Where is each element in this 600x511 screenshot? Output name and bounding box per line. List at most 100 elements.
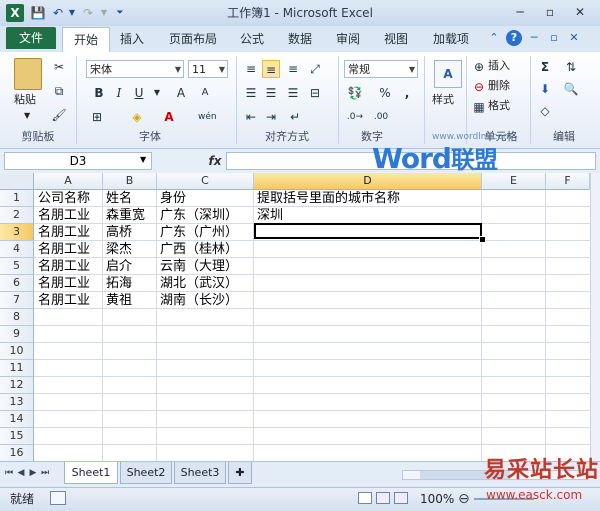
styles-icon[interactable]: A: [434, 60, 462, 88]
insert-cells-icon[interactable]: ⊕: [470, 58, 488, 76]
row-header-11[interactable]: 11: [0, 360, 34, 377]
restore-icon[interactable]: ▫: [538, 4, 562, 21]
font-size-combo[interactable]: 11 ▼: [188, 60, 228, 78]
ribbon-close-icon[interactable]: ✕: [566, 30, 582, 46]
tab-formulas[interactable]: 公式: [232, 27, 272, 51]
cell-b5[interactable]: 启介: [103, 258, 132, 275]
first-sheet-icon[interactable]: ⏮: [4, 466, 14, 480]
row-header-8[interactable]: 8: [0, 309, 34, 326]
name-box-dropdown-icon[interactable]: ▼: [140, 155, 146, 164]
styles-button[interactable]: 样式: [432, 92, 454, 108]
cell-d1[interactable]: 提取括号里面的城市名称: [254, 190, 400, 207]
cell-c1[interactable]: 身份: [157, 190, 186, 207]
paste-button[interactable]: 粘贴: [14, 92, 36, 108]
copy-icon[interactable]: ⧉: [50, 82, 68, 100]
tab-addins[interactable]: 加载项: [424, 27, 478, 51]
cell-b1[interactable]: 姓名: [103, 190, 132, 207]
cell-d2[interactable]: 深圳: [254, 207, 283, 224]
font-color-icon[interactable]: A: [160, 108, 178, 126]
format-cells-icon[interactable]: ▦: [470, 98, 488, 116]
format-cells-button[interactable]: 格式: [488, 98, 510, 114]
decrease-decimal-icon[interactable]: .00: [372, 108, 390, 126]
column-header-a[interactable]: A: [34, 173, 103, 190]
row-header-10[interactable]: 10: [0, 343, 34, 360]
underline-dropdown-icon[interactable]: ▼: [148, 84, 166, 102]
column-header-d[interactable]: D: [254, 173, 482, 190]
cell-a5[interactable]: 名朋工业: [35, 258, 90, 275]
text-orientation-icon[interactable]: ⤢: [306, 60, 324, 78]
wrap-text-icon[interactable]: ↵: [286, 108, 304, 126]
next-sheet-icon[interactable]: ▶: [28, 466, 38, 480]
cell-b4[interactable]: 梁杰: [103, 241, 132, 258]
cell-c6[interactable]: 湖北（武汉）: [157, 275, 238, 292]
prev-sheet-icon[interactable]: ◀: [16, 466, 26, 480]
fill-color-icon[interactable]: ◈: [128, 108, 146, 126]
insert-sheet-icon[interactable]: ✚: [228, 462, 252, 484]
cell-a6[interactable]: 名朋工业: [35, 275, 90, 292]
normal-view-icon[interactable]: [358, 492, 372, 504]
page-layout-view-icon[interactable]: [376, 492, 390, 504]
last-sheet-icon[interactable]: ⏭: [40, 466, 50, 480]
fill-icon[interactable]: ⬇: [536, 80, 554, 98]
select-all-button[interactable]: [0, 173, 34, 190]
phonetic-icon[interactable]: wén: [198, 108, 217, 126]
sheet-tab-sheet3[interactable]: Sheet3: [174, 462, 226, 484]
cell-a1[interactable]: 公司名称: [35, 190, 90, 207]
font-name-combo[interactable]: 宋体 ▼: [86, 60, 184, 78]
row-header-13[interactable]: 13: [0, 394, 34, 411]
minimize-ribbon-icon[interactable]: ⌃: [486, 30, 502, 46]
cell-b3[interactable]: 高桥: [103, 224, 132, 241]
tab-page-layout[interactable]: 页面布局: [160, 27, 226, 51]
autosum-icon[interactable]: Σ: [536, 58, 554, 76]
name-box[interactable]: D3: [4, 152, 152, 170]
row-header-6[interactable]: 6: [0, 275, 34, 292]
cell-c3[interactable]: 广东（广州）: [157, 224, 238, 241]
help-icon[interactable]: ?: [506, 30, 522, 46]
row-header-9[interactable]: 9: [0, 326, 34, 343]
row-header-15[interactable]: 15: [0, 428, 34, 445]
cell-c7[interactable]: 湖南（长沙）: [157, 292, 238, 309]
paste-dropdown-icon[interactable]: ▼: [24, 108, 30, 124]
insert-cells-button[interactable]: 插入: [488, 58, 510, 74]
sort-filter-icon[interactable]: ⇅: [562, 58, 580, 76]
underline-button[interactable]: U: [130, 84, 148, 102]
tab-review[interactable]: 审阅: [328, 27, 368, 51]
tab-view[interactable]: 视图: [376, 27, 416, 51]
increase-indent-icon[interactable]: ⇥: [262, 108, 280, 126]
paste-icon[interactable]: [14, 58, 42, 90]
row-header-16[interactable]: 16: [0, 445, 34, 462]
shrink-font-icon[interactable]: A: [196, 84, 214, 102]
cell-c2[interactable]: 广东（深圳）: [157, 207, 238, 224]
tab-file[interactable]: 文件: [6, 27, 56, 49]
column-header-b[interactable]: B: [103, 173, 157, 190]
merge-center-icon[interactable]: ⊟: [306, 84, 324, 102]
zoom-out-icon[interactable]: ⊖: [458, 490, 470, 508]
row-header-2[interactable]: 2: [0, 207, 34, 224]
align-bottom-icon[interactable]: ≡: [284, 60, 302, 78]
vertical-scrollbar[interactable]: [590, 173, 600, 461]
tab-insert[interactable]: 插入: [112, 27, 152, 51]
number-format-combo[interactable]: 常规 ▼: [344, 60, 418, 78]
row-header-5[interactable]: 5: [0, 258, 34, 275]
column-header-c[interactable]: C: [157, 173, 254, 190]
italic-button[interactable]: I: [110, 84, 128, 102]
bold-button[interactable]: B: [90, 84, 108, 102]
cell-c4[interactable]: 广西（桂林）: [157, 241, 238, 258]
fill-handle[interactable]: [479, 236, 486, 243]
comma-button[interactable]: ,: [398, 84, 416, 102]
tab-home[interactable]: 开始: [62, 27, 110, 53]
row-header-1[interactable]: 1: [0, 190, 34, 207]
grow-font-icon[interactable]: A: [172, 84, 190, 102]
column-header-e[interactable]: E: [482, 173, 546, 190]
clear-icon[interactable]: ◇: [536, 102, 554, 120]
border-icon[interactable]: ⊞: [88, 108, 106, 126]
find-select-icon[interactable]: 🔍: [562, 80, 580, 98]
align-middle-icon[interactable]: ≡: [262, 60, 280, 78]
row-header-12[interactable]: 12: [0, 377, 34, 394]
align-center-icon[interactable]: ☰: [262, 84, 280, 102]
minimize-icon[interactable]: ─: [508, 4, 532, 21]
active-cell-d3[interactable]: [254, 223, 482, 239]
cell-c5[interactable]: 云南（大理）: [157, 258, 238, 275]
row-header-7[interactable]: 7: [0, 292, 34, 309]
cell-a4[interactable]: 名朋工业: [35, 241, 90, 258]
